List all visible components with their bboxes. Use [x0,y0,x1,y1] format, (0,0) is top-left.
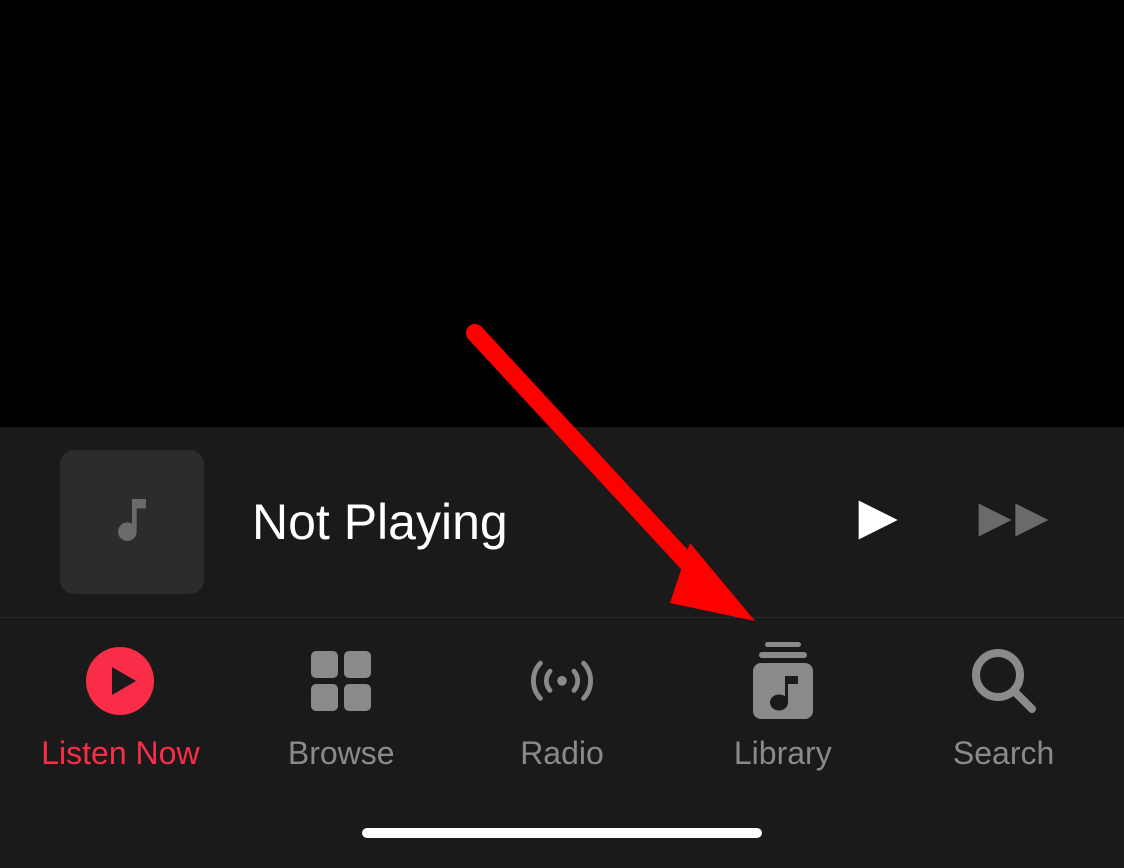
album-art-placeholder [60,450,204,594]
play-icon [850,494,902,551]
next-track-button[interactable] [974,492,1064,552]
tab-radio[interactable]: Radio [452,645,673,772]
tab-label: Library [734,735,832,772]
now-playing-bar[interactable]: Not Playing [0,427,1124,618]
browse-icon [305,645,377,717]
search-icon [968,645,1040,717]
tab-label: Search [953,735,1054,772]
library-icon [747,645,819,717]
home-indicator-area [0,798,1124,868]
content-area [0,0,1124,427]
radio-icon [526,645,598,717]
music-note-icon [104,492,160,553]
play-button[interactable] [846,492,906,552]
tab-library[interactable]: Library [672,645,893,772]
fast-forward-icon [975,496,1063,549]
tab-browse[interactable]: Browse [231,645,452,772]
tab-label: Listen Now [41,735,199,772]
playback-controls [846,492,1064,552]
now-playing-status: Not Playing [252,493,846,551]
tab-label: Radio [520,735,604,772]
tab-search[interactable]: Search [893,645,1114,772]
tab-label: Browse [288,735,395,772]
listen-now-icon [84,645,156,717]
tab-bar: Listen Now Browse Radio [0,618,1124,798]
tab-listen-now[interactable]: Listen Now [10,645,231,772]
home-indicator[interactable] [362,828,762,838]
